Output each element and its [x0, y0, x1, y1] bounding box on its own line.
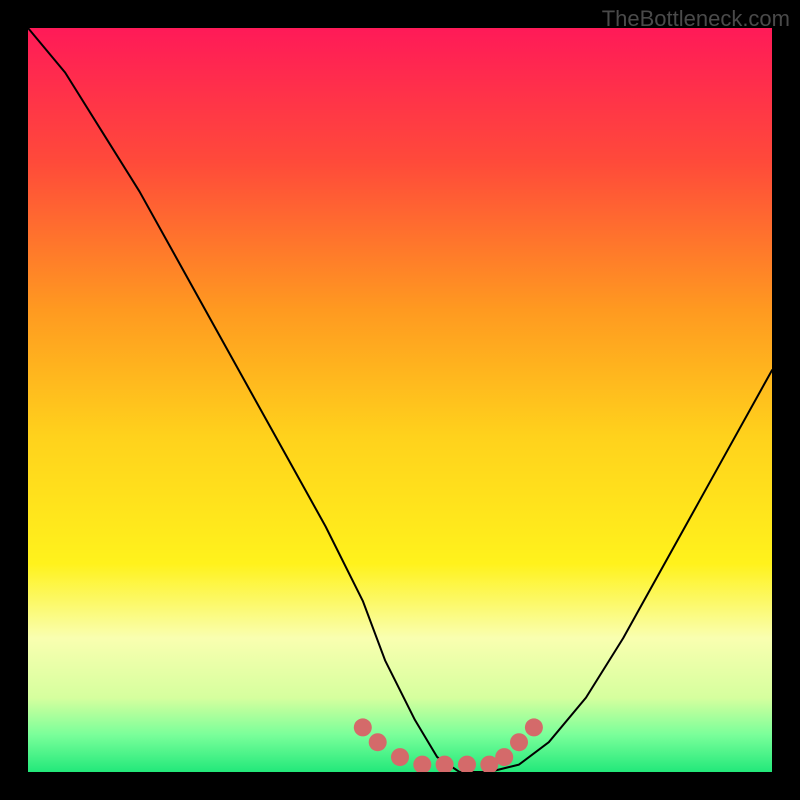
marker-point — [369, 733, 387, 751]
marker-point — [354, 718, 372, 736]
marker-point — [495, 748, 513, 766]
marker-point — [391, 748, 409, 766]
watermark-text: TheBottleneck.com — [602, 6, 790, 32]
chart-background — [28, 28, 772, 772]
chart-plot-area — [28, 28, 772, 772]
marker-point — [525, 718, 543, 736]
chart-svg — [28, 28, 772, 772]
marker-point — [510, 733, 528, 751]
